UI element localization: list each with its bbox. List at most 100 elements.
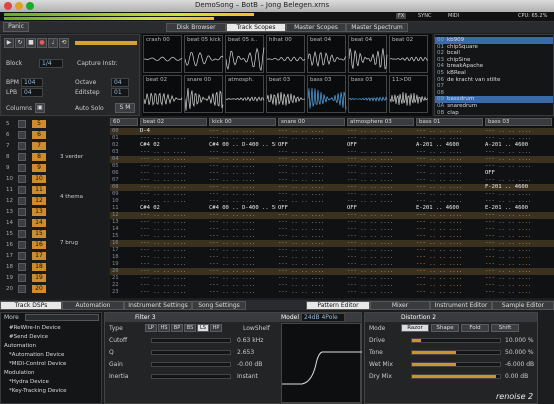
pattern-cell[interactable]: --- .. .. .... xyxy=(347,289,414,296)
pattern-row[interactable]: 00 D-4 --- .. .. .... --- .. .. .... --- .. … xyxy=(110,128,554,135)
pattern-cell[interactable]: --- .. .. .... xyxy=(278,247,345,254)
pattern-cell[interactable]: --- .. .. .... xyxy=(416,247,483,254)
pattern-cell[interactable]: --- .. .. .... xyxy=(209,247,276,254)
pattern-cell[interactable]: --- .. .. .... xyxy=(485,128,552,135)
sequence-pattern-number[interactable]: 9 xyxy=(32,164,46,172)
sequence-pattern-number[interactable]: 6 xyxy=(32,131,46,139)
pattern-cell[interactable]: --- .. .. .... xyxy=(209,254,276,261)
pattern-cell[interactable]: A-201 .. 4600 xyxy=(416,142,483,149)
pattern-cell[interactable]: --- .. .. .... xyxy=(278,198,345,205)
play-button[interactable]: ▶ xyxy=(4,38,14,48)
filter-param-slider[interactable] xyxy=(151,374,231,379)
pattern-number[interactable]: 60 xyxy=(110,118,138,126)
pattern-row[interactable]: 12 --- .. .. .... --- .. .. .... --- .. .. … xyxy=(110,212,554,219)
pattern-cell[interactable]: --- .. .. .... xyxy=(278,233,345,240)
pattern-row[interactable]: 16 --- .. .. .... --- .. .. .... --- .. .. … xyxy=(110,240,554,247)
sequence-slot-toggle[interactable] xyxy=(18,274,26,282)
pattern-row[interactable]: 15 --- .. .. .... --- .. .. .... --- .. .. … xyxy=(110,233,554,240)
sequence-slot-toggle[interactable] xyxy=(18,208,26,216)
pattern-row[interactable]: 06 --- .. .. .... --- .. .. .... --- .. .. … xyxy=(110,170,554,177)
pattern-cell[interactable]: --- .. .. .... xyxy=(485,268,552,275)
pattern-cell[interactable]: --- .. .. .... xyxy=(416,163,483,170)
pattern-cell[interactable]: --- .. .. .... xyxy=(347,212,414,219)
pattern-row[interactable]: 18 --- .. .. .... --- .. .. .... --- .. .. … xyxy=(110,254,554,261)
pattern-cell[interactable]: --- .. .. .... xyxy=(485,135,552,142)
pattern-cell[interactable]: --- .. .. .... xyxy=(140,254,207,261)
tab-track-dsps[interactable]: Track DSPs xyxy=(0,301,62,310)
midi-indicator[interactable]: MIDI xyxy=(448,13,459,19)
pattern-cell[interactable]: --- .. .. .... xyxy=(416,268,483,275)
track-scope[interactable]: beat 05 kick xyxy=(184,35,224,73)
pattern-cell[interactable]: --- .. .. .... xyxy=(140,282,207,289)
distortion-param-value[interactable]: 0.00 dB xyxy=(505,373,528,380)
pattern-cell[interactable]: --- .. .. .... xyxy=(278,226,345,233)
pattern-cell[interactable]: --- .. .. .... xyxy=(209,135,276,142)
pattern-cell[interactable]: --- .. .. .... xyxy=(347,163,414,170)
sequence-slot-toggle[interactable] xyxy=(18,186,26,194)
dsp-device-item[interactable]: *Key-Tracking Device xyxy=(9,388,67,394)
sequence-pattern-number[interactable]: 13 xyxy=(32,208,46,216)
pattern-cell[interactable]: --- .. .. .... xyxy=(140,212,207,219)
pattern-cell[interactable]: --- .. .. .... xyxy=(416,191,483,198)
pattern-cell[interactable]: OFF xyxy=(347,142,414,149)
tab-sample-editor[interactable]: Sample Editor xyxy=(492,301,554,310)
pattern-row[interactable]: 22 --- .. .. .... --- .. .. .... --- .. .. … xyxy=(110,282,554,289)
dsp-device-item[interactable]: Modulation xyxy=(4,370,35,376)
pattern-cell[interactable]: C#4 02 xyxy=(140,142,207,149)
sequence-slot-toggle[interactable] xyxy=(18,175,26,183)
pattern-cell[interactable]: --- .. .. .... xyxy=(485,282,552,289)
capture-instr-label[interactable]: Capture Instr. xyxy=(77,60,118,67)
filter-param-value[interactable]: 0.63 kHz xyxy=(237,337,263,344)
distortion-param-slider[interactable] xyxy=(411,362,501,367)
sequence-pattern-number[interactable]: 10 xyxy=(32,175,46,183)
pattern-cell[interactable]: C#4 00 .. D-400 .. 5F00 xyxy=(209,142,276,149)
filter-type-button[interactable]: BS xyxy=(184,324,196,332)
sequence-slot-toggle[interactable] xyxy=(18,263,26,271)
pattern-cell[interactable]: --- .. .. .... xyxy=(209,289,276,296)
pattern-cell[interactable]: --- .. .. .... xyxy=(416,254,483,261)
pattern-row[interactable]: 23 --- .. .. .... --- .. .. .... --- .. .. … xyxy=(110,289,554,296)
pattern-cell[interactable]: --- .. .. .... xyxy=(416,135,483,142)
pattern-cell[interactable]: --- .. .. .... xyxy=(416,219,483,226)
pattern-cell[interactable]: --- .. .. .... xyxy=(485,233,552,240)
pattern-cell[interactable]: --- .. .. .... xyxy=(416,233,483,240)
distortion-param-value[interactable]: 10.000 % xyxy=(505,337,534,344)
solo-button[interactable]: S M xyxy=(115,103,135,113)
pattern-cell[interactable]: --- .. .. .... xyxy=(485,198,552,205)
stop-button[interactable]: ■ xyxy=(26,38,36,48)
track-scope[interactable]: beat 04 xyxy=(307,35,347,73)
pattern-cell[interactable]: --- .. .. .... xyxy=(209,219,276,226)
volume-slider[interactable] xyxy=(75,41,137,45)
pattern-cell[interactable]: --- .. .. .... xyxy=(209,128,276,135)
pattern-cell[interactable]: --- .. .. .... xyxy=(347,177,414,184)
columns-toggle[interactable]: ▣ xyxy=(35,103,45,113)
pattern-row[interactable]: 09 --- .. .. .... --- .. .. .... --- .. .. … xyxy=(110,191,554,198)
octave-value[interactable]: 04 xyxy=(111,78,129,87)
pattern-cell[interactable]: --- .. .. .... xyxy=(140,275,207,282)
track-header[interactable]: bass 03 xyxy=(485,118,552,126)
tab-pattern-editor[interactable]: Pattern Editor xyxy=(306,301,370,310)
pattern-cell[interactable]: --- .. .. .... xyxy=(278,219,345,226)
pattern-row[interactable]: 08 --- .. .. .... --- .. .. .... --- .. .. … xyxy=(110,184,554,191)
pattern-row[interactable]: 02C#4 02C#4 00 .. D-400 .. 5F00OFFOFFA-2… xyxy=(110,142,554,149)
pattern-cell[interactable]: --- .. .. .... xyxy=(209,233,276,240)
pattern-cell[interactable]: --- .. .. .... xyxy=(485,289,552,296)
pattern-cell[interactable]: --- .. .. .... xyxy=(278,184,345,191)
pattern-cell[interactable]: OFF xyxy=(278,142,345,149)
panic-button[interactable]: Panic xyxy=(3,22,29,32)
filter-param-value[interactable]: 2.653 xyxy=(237,349,254,356)
track-header[interactable]: beat 02 xyxy=(140,118,207,126)
pattern-row[interactable]: 01 --- .. .. .... --- .. .. .... --- .. .. … xyxy=(110,135,554,142)
sequence-pattern-number[interactable]: 16 xyxy=(32,241,46,249)
sequence-slot-toggle[interactable] xyxy=(18,230,26,238)
pattern-cell[interactable]: --- .. .. .... xyxy=(209,268,276,275)
pattern-cell[interactable]: --- .. .. .... xyxy=(416,261,483,268)
pattern-cell[interactable]: --- .. .. .... xyxy=(278,254,345,261)
record-button[interactable]: ● xyxy=(37,38,47,48)
sequence-pattern-number[interactable]: 8 xyxy=(32,153,46,161)
track-scope[interactable]: beat 02 xyxy=(143,75,183,113)
pattern-cell[interactable]: --- .. .. .... xyxy=(209,177,276,184)
dsp-device-item[interactable]: *Hydra Device xyxy=(9,379,49,385)
pattern-row[interactable]: 05 --- .. .. .... --- .. .. .... --- .. .. … xyxy=(110,163,554,170)
pattern-cell[interactable]: OFF xyxy=(485,170,552,177)
